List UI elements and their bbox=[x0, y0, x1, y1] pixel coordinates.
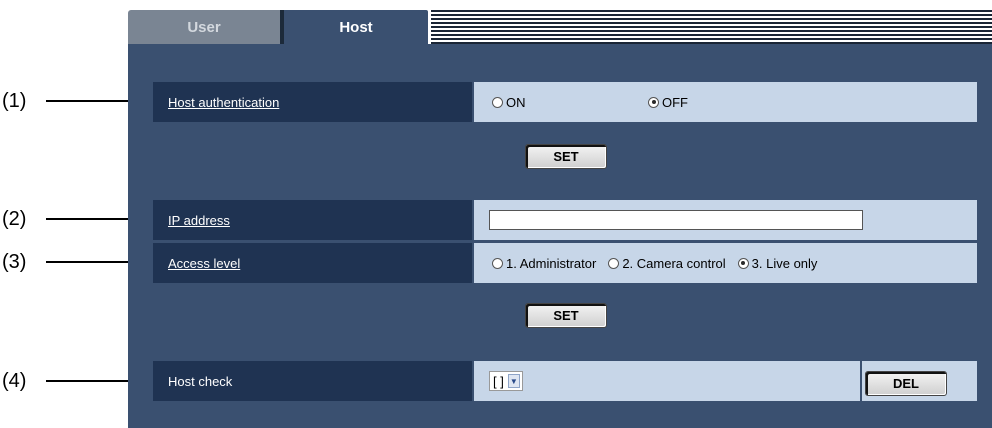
ip-address-label[interactable]: IP address bbox=[153, 200, 472, 240]
access-live-only-radio[interactable]: 3. Live only bbox=[737, 255, 818, 271]
access-level-label[interactable]: Access level bbox=[153, 243, 472, 283]
radio-circle-selected bbox=[648, 96, 659, 108]
host-auth-on-radio[interactable]: ON bbox=[492, 95, 632, 110]
host-check-selected-value: [ ] bbox=[493, 373, 504, 389]
set-button-host-auth[interactable]: SET bbox=[525, 144, 607, 169]
del-button[interactable]: DEL bbox=[865, 371, 947, 396]
host-authentication-label[interactable]: Host authentication bbox=[153, 82, 472, 122]
host-check-row: Host check [ ] ▼ bbox=[153, 361, 977, 401]
callout-2: (2) bbox=[0, 207, 159, 231]
del-button-label: DEL bbox=[893, 376, 919, 391]
host-authentication-options: ON OFF bbox=[474, 82, 977, 122]
tab-user[interactable]: User bbox=[128, 10, 284, 44]
tab-bar: User Host bbox=[128, 0, 992, 44]
host-auth-off-radio[interactable]: OFF bbox=[648, 95, 688, 110]
radio-label: ON bbox=[506, 94, 526, 110]
tab-bar-stripes bbox=[431, 10, 992, 44]
host-check-label: Host check bbox=[153, 361, 472, 401]
callout-number: (1) bbox=[2, 89, 27, 112]
ip-address-row: IP address bbox=[153, 200, 977, 240]
callout-4: (4) bbox=[0, 369, 159, 393]
access-camera-control-radio[interactable]: 2. Camera control bbox=[608, 255, 726, 271]
ip-address-input[interactable] bbox=[489, 210, 863, 230]
radio-circle bbox=[608, 257, 620, 269]
radio-label: 1. Administrator bbox=[506, 255, 597, 271]
callout-3: (3) bbox=[0, 250, 159, 274]
host-check-select-cell: [ ] ▼ bbox=[474, 361, 860, 401]
settings-panel: User Host Host authentication ON OFF SET… bbox=[128, 0, 992, 428]
chevron-down-icon[interactable]: ▼ bbox=[507, 374, 520, 388]
access-level-options: 1. Administrator 2. Camera control 3. Li… bbox=[474, 243, 977, 283]
host-authentication-row: Host authentication ON OFF bbox=[153, 82, 977, 122]
tab-host[interactable]: Host bbox=[284, 10, 428, 44]
radio-label: OFF bbox=[662, 94, 688, 110]
callout-number: (2) bbox=[2, 207, 27, 230]
radio-circle-selected bbox=[737, 257, 749, 269]
host-check-select[interactable]: [ ] ▼ bbox=[489, 371, 523, 391]
set-button-access[interactable]: SET bbox=[525, 303, 607, 328]
callout-number: (4) bbox=[2, 369, 27, 392]
ip-address-cell bbox=[474, 200, 977, 240]
radio-circle bbox=[492, 257, 503, 269]
radio-label: 3. Live only bbox=[751, 255, 818, 271]
set-button-label: SET bbox=[553, 149, 579, 164]
set-button-label: SET bbox=[553, 308, 579, 323]
radio-label: 2. Camera control bbox=[622, 255, 726, 271]
host-authentication-link[interactable]: Host authentication bbox=[168, 95, 279, 110]
callout-number: (3) bbox=[2, 250, 27, 273]
access-level-row: Access level 1. Administrator 2. Camera … bbox=[153, 243, 977, 283]
callout-1: (1) bbox=[0, 89, 159, 113]
access-level-link[interactable]: Access level bbox=[168, 256, 240, 271]
radio-circle bbox=[492, 96, 503, 108]
access-admin-radio[interactable]: 1. Administrator bbox=[492, 256, 596, 271]
ip-address-link[interactable]: IP address bbox=[168, 213, 230, 228]
